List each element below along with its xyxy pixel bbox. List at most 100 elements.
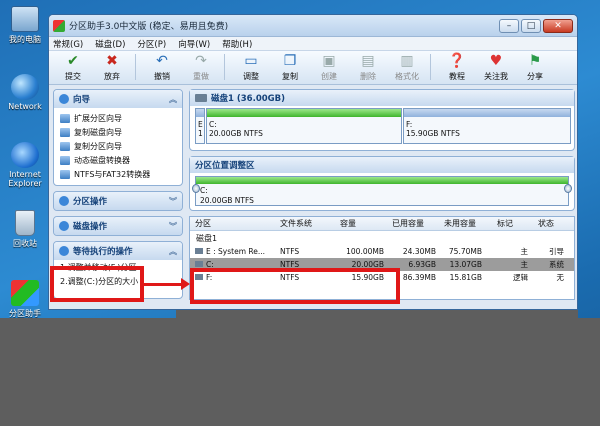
toolbar-label: 创建 bbox=[321, 72, 337, 81]
copy-button[interactable]: ❐ 复制 bbox=[272, 53, 308, 82]
partition-ops-header[interactable]: 分区操作 ︾ bbox=[54, 192, 182, 210]
left-drag-handle[interactable] bbox=[192, 184, 200, 193]
toolbar: ✔ 提交 ✖ 放弃 ↶ 撤销 ↷ 重做 ▭ 调整 ❐ 复制 ▣ 创建 ▤ 删除 … bbox=[49, 51, 577, 85]
partition-segment-f[interactable]: F: 15.90GB NTFS bbox=[403, 108, 571, 144]
adjust-slider-track[interactable]: C: 20.00GB NTFS bbox=[192, 176, 572, 206]
desktop-icon-computer[interactable]: 我的电脑 bbox=[4, 6, 46, 45]
col-used[interactable]: 已用容量 bbox=[384, 218, 436, 229]
create-icon: ▣ bbox=[322, 53, 336, 69]
cell-name: E : System Re... bbox=[206, 247, 266, 256]
partition-segment-c[interactable]: C: 20.00GB NTFS bbox=[206, 108, 402, 144]
partition-icon bbox=[195, 248, 203, 254]
copy-icon: ❐ bbox=[283, 53, 297, 69]
chevron-down-icon[interactable]: ︾ bbox=[169, 221, 177, 232]
wizard-item-label: 复制磁盘向导 bbox=[74, 127, 122, 137]
wizard-item-dynamic-disk[interactable]: 动态磁盘转换器 bbox=[60, 153, 176, 167]
disk-group-label: 磁盘1 bbox=[196, 233, 218, 243]
cell-free: 13.07GB bbox=[449, 260, 482, 269]
desktop-icon-label: 我的电脑 bbox=[9, 35, 41, 44]
right-drag-handle[interactable] bbox=[564, 184, 572, 193]
delete-icon: ▤ bbox=[361, 53, 375, 69]
follow-button[interactable]: ♥ 关注我 bbox=[478, 53, 514, 82]
desktop-icon-label: Internet Explorer bbox=[8, 170, 42, 188]
wizard-item-label: NTFS与FAT32转换器 bbox=[74, 169, 151, 179]
col-free[interactable]: 未用容量 bbox=[436, 218, 482, 229]
cell-flag: 主 bbox=[520, 247, 529, 256]
format-icon: ▥ bbox=[400, 53, 414, 69]
col-flag[interactable]: 标记 bbox=[482, 218, 528, 229]
wizard-item-label: 动态磁盘转换器 bbox=[74, 155, 130, 165]
toolbar-label: 提交 bbox=[65, 72, 81, 81]
cell-free: 75.70MB bbox=[448, 247, 482, 256]
copy-partition-icon bbox=[60, 141, 70, 151]
col-capacity[interactable]: 容量 bbox=[332, 218, 384, 229]
segment-label: F: bbox=[406, 120, 413, 129]
computer-icon bbox=[11, 6, 39, 32]
share-button[interactable]: ⚑ 分享 bbox=[517, 53, 553, 82]
disk-ops-panel: 磁盘操作 ︾ bbox=[53, 216, 183, 236]
toolbar-label: 分享 bbox=[527, 72, 543, 81]
submit-button[interactable]: ✔ 提交 bbox=[55, 53, 91, 82]
desktop-icon-recycle-bin[interactable]: 回收站 bbox=[4, 210, 46, 249]
segment-label: C: bbox=[209, 120, 217, 129]
menu-disk[interactable]: 磁盘(D) bbox=[95, 38, 125, 50]
wizard-item-ntfs-fat32[interactable]: NTFS与FAT32转换器 bbox=[60, 167, 176, 181]
chevron-down-icon[interactable]: ︾ bbox=[169, 196, 177, 207]
title-bar[interactable]: 分区助手3.0中文版 (稳定、易用且免费) – □ ✕ bbox=[49, 15, 577, 37]
segment-label: E bbox=[198, 120, 203, 129]
toolbar-label: 调整 bbox=[243, 72, 259, 81]
cell-free: 15.81GB bbox=[449, 273, 482, 282]
menu-wizard[interactable]: 向导(W) bbox=[178, 38, 210, 50]
undo-button[interactable]: ↶ 撤销 bbox=[144, 53, 180, 82]
maximize-button[interactable]: □ bbox=[521, 18, 541, 33]
redo-button[interactable]: ↷ 重做 bbox=[183, 53, 219, 82]
wizard-panel-header[interactable]: 向导 ︽ bbox=[54, 90, 182, 108]
pending-ops-title: 等待执行的操作 bbox=[73, 247, 133, 257]
menu-help[interactable]: 帮助(H) bbox=[222, 38, 252, 50]
menu-general[interactable]: 常规(G) bbox=[53, 38, 83, 50]
resize-button[interactable]: ▭ 调整 bbox=[233, 53, 269, 82]
cell-status: 引导 bbox=[549, 247, 564, 256]
chevron-up-icon[interactable]: ︽ bbox=[169, 94, 177, 105]
col-partition[interactable]: 分区 bbox=[190, 218, 276, 229]
desktop-icon-label: Network bbox=[8, 102, 42, 111]
chevron-up-icon[interactable]: ︽ bbox=[169, 246, 177, 257]
format-button[interactable]: ▥ 格式化 bbox=[389, 53, 425, 82]
toolbar-label: 撤销 bbox=[154, 72, 170, 81]
disk-ops-header[interactable]: 磁盘操作 ︾ bbox=[54, 217, 182, 235]
disk-group-row: 磁盘1 bbox=[190, 231, 574, 245]
delete-button[interactable]: ▤ 删除 bbox=[350, 53, 386, 82]
wizard-item-extend[interactable]: 扩展分区向导 bbox=[60, 111, 176, 125]
toolbar-separator bbox=[430, 54, 431, 80]
tutorial-button[interactable]: ❓ 教程 bbox=[439, 53, 475, 82]
partition-icon bbox=[195, 261, 203, 267]
minimize-button[interactable]: – bbox=[499, 18, 519, 33]
resize-icon: ▭ bbox=[244, 53, 258, 69]
discard-button[interactable]: ✖ 放弃 bbox=[94, 53, 130, 82]
col-filesystem[interactable]: 文件系统 bbox=[276, 218, 332, 229]
close-button[interactable]: ✕ bbox=[543, 18, 573, 33]
segment-size: 20.00GB NTFS bbox=[209, 129, 263, 138]
partition-segment-e[interactable]: E 1 bbox=[195, 108, 205, 144]
desktop-icon-ie[interactable]: Internet Explorer bbox=[4, 142, 46, 188]
pending-ops-header[interactable]: 等待执行的操作 ︽ bbox=[54, 242, 182, 260]
disk-map-header: 磁盘1 (36.00GB) bbox=[190, 90, 574, 106]
wizard-item-copy-disk[interactable]: 复制磁盘向导 bbox=[60, 125, 176, 139]
col-status[interactable]: 状态 bbox=[528, 218, 568, 229]
table-row[interactable]: E : System Re... NTFS 100.00MB 24.30MB 7… bbox=[190, 245, 574, 258]
recycle-bin-icon bbox=[15, 210, 35, 236]
tutorial-icon: ❓ bbox=[448, 53, 466, 69]
desktop-icon-partition-app[interactable]: 分区助手 bbox=[4, 280, 46, 319]
create-button[interactable]: ▣ 创建 bbox=[311, 53, 347, 82]
convert-icon bbox=[60, 169, 70, 179]
menu-partition[interactable]: 分区(P) bbox=[137, 38, 166, 50]
segment-size: 15.90GB NTFS bbox=[406, 129, 460, 138]
menu-bar: 常规(G) 磁盘(D) 分区(P) 向导(W) 帮助(H) bbox=[49, 37, 577, 51]
usage-bar bbox=[196, 109, 204, 117]
wizard-item-copy-partition[interactable]: 复制分区向导 bbox=[60, 139, 176, 153]
wizard-panel: 向导 ︽ 扩展分区向导 复制磁盘向导 复制分区向导 动态磁盘转换器 NTFS与F… bbox=[53, 89, 183, 186]
disk-map: E 1 C: 20.00GB NTFS F: 15.90GB NTFS bbox=[195, 108, 571, 146]
desktop-icon-network[interactable]: Network bbox=[4, 74, 46, 111]
wizard-title: 向导 bbox=[73, 95, 91, 105]
check-icon: ✔ bbox=[67, 53, 79, 69]
